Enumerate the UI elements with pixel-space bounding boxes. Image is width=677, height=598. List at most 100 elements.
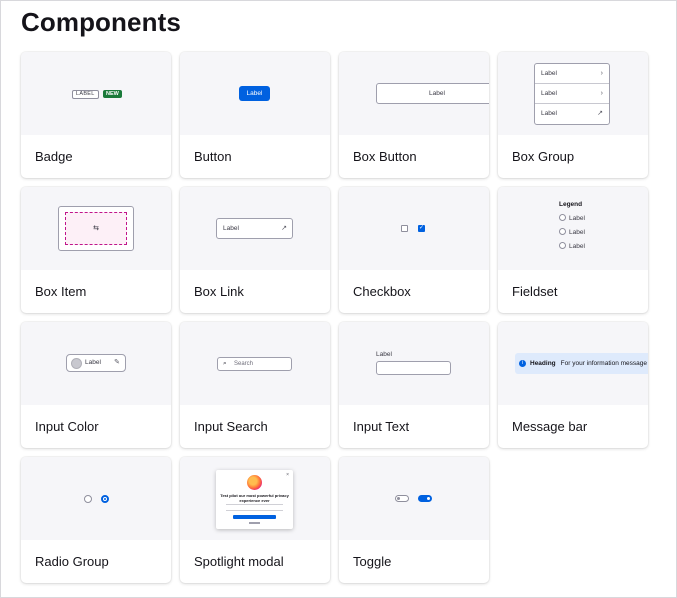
page-frame: Components LABEL NEW Badge Label Button … [0, 0, 677, 598]
card-preview: Label [339, 322, 489, 405]
card-title: Box Button [353, 149, 417, 164]
card-title: Checkbox [353, 284, 411, 299]
close-icon[interactable]: × [286, 472, 289, 478]
card-preview [21, 457, 171, 540]
card-preview: i Heading For your information message [498, 322, 648, 405]
card-toggle[interactable]: Toggle [339, 457, 489, 583]
external-link-icon: ↗ [281, 225, 287, 232]
card-title: Input Search [194, 419, 268, 434]
badge-new: NEW [103, 90, 122, 98]
fieldset-option[interactable]: Label [559, 228, 585, 237]
card-button[interactable]: Label Button [180, 52, 330, 178]
card-spotlight-modal[interactable]: × Test pilot our most powerful privacy e… [180, 457, 330, 583]
card-title: Message bar [512, 419, 588, 434]
card-input-text[interactable]: Label Input Text [339, 322, 489, 448]
radio-icon [559, 214, 566, 221]
card-checkbox[interactable]: ✓ Checkbox [339, 187, 489, 313]
card-title: Input Text [353, 419, 410, 434]
card-message-bar[interactable]: i Heading For your information message Me… [498, 322, 648, 448]
badge-label: LABEL [72, 90, 99, 99]
info-icon: i [519, 360, 526, 367]
card-title: Badge [35, 149, 73, 164]
spotlight-primary-button[interactable] [233, 515, 276, 519]
message-bar: i Heading For your information message [515, 353, 648, 374]
fieldset-option-label: Label [569, 215, 585, 222]
box-button[interactable]: Label [376, 83, 489, 104]
fieldset-option[interactable]: Label [559, 214, 585, 223]
fieldset-option-label: Label [569, 229, 585, 236]
toggle-on[interactable] [418, 495, 432, 502]
card-title: Toggle [353, 554, 392, 569]
card-box-item[interactable]: ⇆ Box Item [21, 187, 171, 313]
search-placeholder: Search [234, 361, 254, 367]
input-color-label: Label [85, 359, 101, 366]
box-group-item-label: Label [541, 90, 557, 97]
box-group-item[interactable]: Label › [535, 64, 609, 84]
chevron-right-icon: › [600, 70, 603, 77]
card-radio-group[interactable]: Radio Group [21, 457, 171, 583]
text-input[interactable] [376, 361, 451, 375]
swap-icon: ⇆ [93, 225, 99, 232]
box-group: Label › Label › Label ↗ [534, 63, 610, 125]
fieldset-option-label: Label [569, 243, 585, 250]
card-preview: Label ✎ [21, 322, 171, 405]
card-preview: Legend Label Label Label [498, 187, 648, 270]
card-preview: ✓ [339, 187, 489, 270]
card-box-group[interactable]: Label › Label › Label ↗ Box Group [498, 52, 648, 178]
fieldset-option[interactable]: Label [559, 242, 585, 251]
card-title: Fieldset [512, 284, 558, 299]
box-item: ⇆ [58, 206, 134, 251]
box-link[interactable]: Label ↗ [216, 218, 293, 239]
input-color[interactable]: Label ✎ [66, 354, 126, 372]
card-badge[interactable]: LABEL NEW Badge [21, 52, 171, 178]
box-group-item-label: Label [541, 110, 557, 117]
radio-unselected[interactable] [84, 495, 92, 503]
search-input[interactable]: ⌕ Search [217, 357, 292, 371]
card-box-link[interactable]: Label ↗ Box Link [180, 187, 330, 313]
fieldset-legend: Legend [559, 201, 583, 208]
spotlight-secondary-link[interactable] [249, 522, 260, 524]
box-group-item[interactable]: Label ↗ [535, 104, 609, 124]
card-preview: Label [180, 52, 330, 135]
box-link-label: Label [223, 225, 239, 232]
spotlight-heading: Test pilot our most powerful privacy exp… [220, 493, 289, 503]
card-title: Radio Group [35, 554, 109, 569]
toggle-off[interactable] [395, 495, 409, 502]
input-text-label: Label [376, 351, 392, 358]
card-title: Box Group [512, 149, 575, 164]
checkbox-checked[interactable]: ✓ [418, 225, 425, 232]
radio-icon [559, 228, 566, 235]
edit-icon: ✎ [114, 359, 120, 366]
box-group-item-label: Label [541, 70, 557, 77]
page-title: Components [21, 7, 181, 37]
firefox-logo-icon [247, 475, 262, 490]
card-preview: ⌕ Search [180, 322, 330, 405]
spotlight-modal: × Test pilot our most powerful privacy e… [216, 470, 293, 529]
card-title: Spotlight modal [194, 554, 284, 569]
card-title: Box Item [35, 284, 87, 299]
card-fieldset[interactable]: Legend Label Label Label Fieldset [498, 187, 648, 313]
component-grid: LABEL NEW Badge Label Button Label Box B… [21, 52, 648, 583]
chevron-right-icon: › [600, 90, 603, 97]
box-group-item[interactable]: Label › [535, 84, 609, 104]
radio-icon [559, 242, 566, 249]
card-preview: ⇆ [21, 187, 171, 270]
color-swatch [71, 358, 82, 369]
card-input-search[interactable]: ⌕ Search Input Search [180, 322, 330, 448]
card-title: Button [194, 149, 232, 164]
external-link-icon: ↗ [597, 110, 603, 117]
radio-selected[interactable] [101, 495, 109, 503]
box-item-slot: ⇆ [65, 212, 127, 245]
card-input-color[interactable]: Label ✎ Input Color [21, 322, 171, 448]
message-bar-text: For your information message [560, 360, 647, 367]
card-preview: × Test pilot our most powerful privacy e… [180, 457, 330, 540]
card-preview: LABEL NEW [21, 52, 171, 135]
card-title: Box Link [194, 284, 244, 299]
search-icon: ⌕ [223, 360, 227, 367]
card-box-button[interactable]: Label Box Button [339, 52, 489, 178]
checkbox-unchecked[interactable] [401, 225, 408, 232]
card-title: Input Color [35, 419, 99, 434]
card-preview: Label › Label › Label ↗ [498, 52, 648, 135]
primary-button[interactable]: Label [239, 86, 270, 101]
card-preview: Label ↗ [180, 187, 330, 270]
